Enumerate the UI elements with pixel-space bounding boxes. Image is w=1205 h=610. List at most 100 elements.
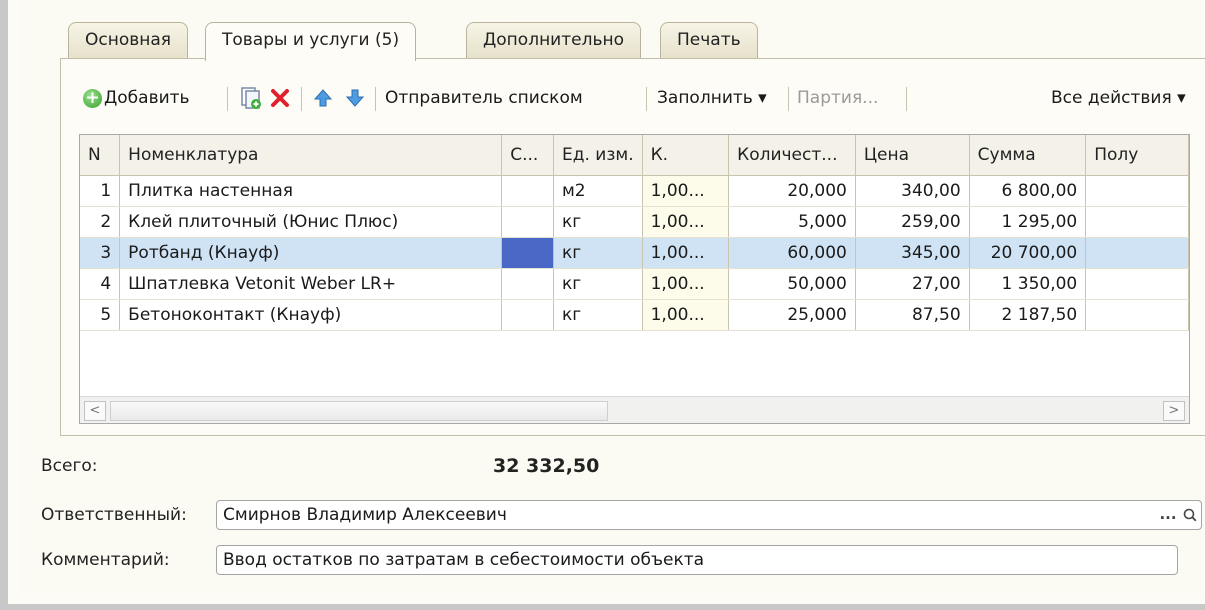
nomenclature-cell[interactable]: Ротбанд (Кнауф) — [119, 237, 503, 269]
comment-label: Комментарий: — [41, 550, 170, 570]
table-row[interactable]: 4 Шпатлевка Vetonit Weber LR+ кг 1,00...… — [80, 268, 1189, 300]
column-header-unit[interactable]: Ед. изм. — [553, 135, 643, 176]
table-row[interactable]: 2 Клей плиточный (Юнис Плюс) кг 1,00... … — [80, 206, 1189, 238]
nomenclature-cell[interactable]: Клей плиточный (Юнис Плюс) — [119, 206, 503, 238]
nomenclature-cell[interactable]: Бетоноконтакт (Кнауф) — [119, 299, 503, 331]
move-up-button[interactable] — [313, 81, 333, 115]
document-form: Основная Товары и услуги (5) Дополнитель… — [20, 0, 1205, 598]
nomenclature-cell[interactable]: Плитка настенная — [119, 175, 503, 207]
row-number: 4 — [80, 268, 121, 300]
column-header-price[interactable]: Цена — [855, 135, 970, 176]
recipient-cell[interactable] — [1085, 206, 1189, 238]
comment-field[interactable]: Ввод остатков по затратам в себестоимост… — [216, 545, 1178, 575]
total-label: Всего: — [41, 456, 98, 476]
recipient-cell[interactable] — [1085, 175, 1189, 207]
k-cell[interactable]: 1,00... — [642, 237, 730, 269]
toolbar-separator — [646, 87, 647, 111]
scrollbar-thumb[interactable] — [110, 401, 608, 421]
fill-dropdown-button[interactable]: Заполнить ▾ — [657, 81, 767, 115]
sum-cell[interactable]: 2 187,50 — [969, 299, 1087, 331]
sum-cell[interactable]: 1 295,00 — [969, 206, 1087, 238]
column-header-nomenclature[interactable]: Номенклатура — [119, 135, 503, 176]
sum-cell[interactable]: 1 350,00 — [969, 268, 1087, 300]
row-number: 3 — [80, 237, 121, 269]
goods-table: N Номенклатура С... Ед. изм. К. Количест… — [79, 134, 1190, 424]
k-cell[interactable]: 1,00... — [642, 206, 730, 238]
toolbar-separator — [227, 87, 228, 111]
quantity-cell[interactable]: 5,000 — [728, 206, 856, 238]
all-actions-button[interactable]: Все действия ▾ — [1051, 81, 1186, 115]
column-header-k[interactable]: К. — [642, 135, 730, 176]
responsible-value: Смирнов Владимир Алексеевич — [223, 505, 507, 525]
unit-cell[interactable]: м2 — [553, 175, 643, 207]
unit-cell[interactable]: кг — [553, 268, 643, 300]
move-down-button[interactable] — [345, 81, 365, 115]
row-number: 1 — [80, 175, 121, 207]
k-cell[interactable]: 1,00... — [642, 299, 730, 331]
add-button[interactable]: + Добавить — [83, 81, 190, 115]
quantity-cell[interactable]: 60,000 — [728, 237, 856, 269]
toolbar-separator — [375, 87, 376, 111]
c-cell[interactable] — [501, 175, 554, 207]
price-cell[interactable]: 345,00 — [855, 237, 970, 269]
c-cell[interactable] — [501, 299, 554, 331]
table-row[interactable]: 1 Плитка настенная м2 1,00... 20,000 340… — [80, 175, 1189, 207]
price-cell[interactable]: 259,00 — [855, 206, 970, 238]
sum-cell[interactable]: 6 800,00 — [969, 175, 1087, 207]
column-header-c[interactable]: С... — [501, 135, 554, 176]
sum-cell[interactable]: 20 700,00 — [969, 237, 1087, 269]
table-header-row: N Номенклатура С... Ед. изм. К. Количест… — [80, 135, 1189, 176]
recipient-cell[interactable] — [1085, 237, 1189, 269]
comment-value: Ввод остатков по затратам в себестоимост… — [223, 550, 705, 570]
responsible-field[interactable]: Смирнов Владимир Алексеевич ... — [216, 500, 1202, 530]
row-number: 2 — [80, 206, 121, 238]
quantity-cell[interactable]: 25,000 — [728, 299, 856, 331]
scroll-left-icon[interactable]: < — [84, 401, 106, 421]
tab-panel-goods: + Добавить Отправитель списком Заполнить… — [60, 58, 1205, 436]
table-row-selected[interactable]: 3 Ротбанд (Кнауф) кг 1,00... 60,000 345,… — [80, 237, 1189, 269]
unit-cell[interactable]: кг — [553, 206, 643, 238]
scroll-right-icon[interactable]: > — [1163, 401, 1185, 421]
search-icon[interactable] — [1179, 501, 1201, 529]
tab-additional[interactable]: Дополнительно — [466, 22, 641, 58]
select-icon[interactable]: ... — [1157, 501, 1179, 529]
nomenclature-cell[interactable]: Шпатлевка Vetonit Weber LR+ — [119, 268, 503, 300]
k-cell[interactable]: 1,00... — [642, 175, 730, 207]
price-cell[interactable]: 340,00 — [855, 175, 970, 207]
quantity-cell[interactable]: 20,000 — [728, 175, 856, 207]
recipient-cell[interactable] — [1085, 268, 1189, 300]
unit-cell[interactable]: кг — [553, 299, 643, 331]
delete-button[interactable] — [270, 81, 290, 115]
quantity-cell[interactable]: 50,000 — [728, 268, 856, 300]
copy-icon — [241, 87, 261, 109]
toolbar-separator — [906, 87, 907, 111]
tab-main[interactable]: Основная — [68, 22, 189, 58]
add-icon: + — [83, 88, 102, 108]
unit-cell[interactable]: кг — [553, 237, 643, 269]
column-header-n[interactable]: N — [80, 135, 121, 176]
table-toolbar: + Добавить Отправитель списком Заполнить… — [83, 81, 1198, 115]
k-cell[interactable]: 1,00... — [642, 268, 730, 300]
total-value: 32 332,50 — [493, 455, 600, 477]
horizontal-scrollbar[interactable]: < > — [80, 396, 1189, 423]
toolbar-separator — [301, 87, 302, 111]
copy-button[interactable] — [240, 81, 262, 115]
move-down-icon — [345, 89, 365, 107]
recipient-cell[interactable] — [1085, 299, 1189, 331]
table-row[interactable]: 5 Бетоноконтакт (Кнауф) кг 1,00... 25,00… — [80, 299, 1189, 331]
price-cell[interactable]: 27,00 — [855, 268, 970, 300]
tab-goods-services[interactable]: Товары и услуги (5) — [205, 22, 417, 61]
column-header-recipient[interactable]: Полу — [1085, 135, 1189, 176]
tab-print[interactable]: Печать — [660, 22, 758, 58]
price-cell[interactable]: 87,50 — [855, 299, 970, 331]
c-cell-active[interactable] — [501, 237, 554, 269]
move-up-icon — [313, 89, 333, 107]
c-cell[interactable] — [501, 268, 554, 300]
batch-button[interactable]: Партия... — [797, 81, 878, 115]
goods-table-grid: N Номенклатура С... Ед. изм. К. Количест… — [80, 135, 1189, 331]
column-header-sum[interactable]: Сумма — [969, 135, 1087, 176]
send-list-button[interactable]: Отправитель списком — [385, 81, 583, 115]
row-number: 5 — [80, 299, 121, 331]
c-cell[interactable] — [501, 206, 554, 238]
column-header-quantity[interactable]: Количест... — [728, 135, 856, 176]
